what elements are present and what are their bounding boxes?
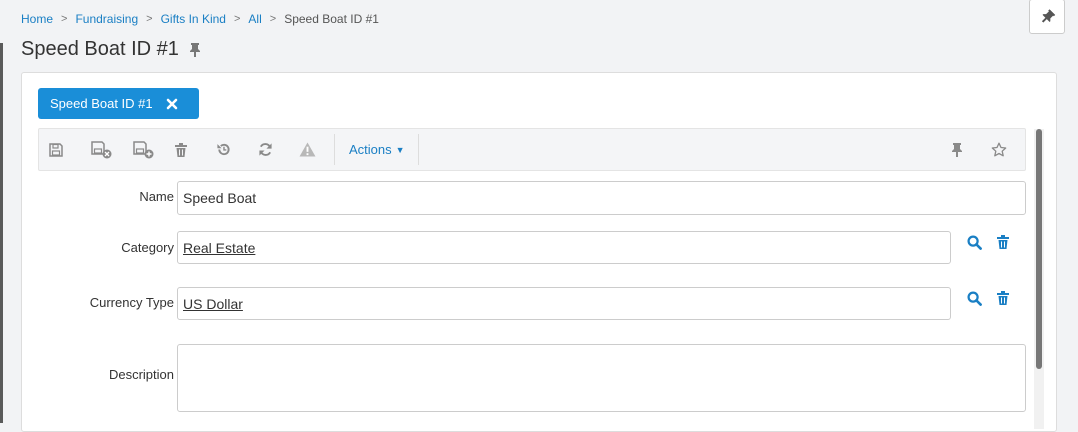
name-label: Name <box>139 189 174 204</box>
delete-button[interactable] <box>167 129 195 170</box>
warning-icon <box>299 142 315 157</box>
save-close-button[interactable] <box>86 129 118 170</box>
toolbar-divider <box>334 134 335 165</box>
description-field[interactable] <box>177 344 1026 412</box>
page-title: Speed Boat ID #1 <box>21 38 179 60</box>
save-icon <box>49 142 63 157</box>
currency-type-link[interactable]: US Dollar <box>183 296 243 312</box>
name-field[interactable]: Speed Boat <box>177 181 1026 215</box>
actions-label: Actions <box>349 142 392 157</box>
breadcrumb-current: Speed Boat ID #1 <box>284 12 379 26</box>
description-label: Description <box>108 367 174 382</box>
star-icon <box>991 142 1007 156</box>
category-label: Category <box>121 240 174 255</box>
record-tab-label: Speed Boat ID #1 <box>50 96 153 111</box>
pin-icon <box>952 142 962 157</box>
breadcrumb-separator-icon: > <box>61 13 68 25</box>
breadcrumb-gifts-in-kind[interactable]: Gifts In Kind <box>161 12 226 26</box>
breadcrumb-all[interactable]: All <box>248 12 261 26</box>
favorite-button[interactable] <box>985 129 1013 170</box>
category-field[interactable]: Real Estate <box>177 231 951 264</box>
breadcrumb-separator-icon: > <box>233 13 241 25</box>
warning-button[interactable] <box>293 129 321 170</box>
breadcrumb: Home > Fundraising > Gifts In Kind > All… <box>21 12 379 26</box>
record-tab[interactable]: Speed Boat ID #1 <box>38 88 199 119</box>
save-button[interactable] <box>42 129 70 170</box>
actions-menu[interactable]: Actions ▼ <box>349 129 405 170</box>
undo-icon <box>216 143 230 156</box>
breadcrumb-home[interactable]: Home <box>21 12 53 26</box>
save-close-icon <box>91 140 112 158</box>
pin-icon[interactable] <box>189 42 201 57</box>
pin-icon <box>1041 8 1055 23</box>
toolbar-divider <box>418 134 419 165</box>
scrollbar-thumb[interactable] <box>1036 129 1042 369</box>
refresh-icon <box>258 143 272 156</box>
category-link[interactable]: Real Estate <box>183 240 255 256</box>
trash-icon[interactable] <box>994 233 1012 251</box>
currency-type-field[interactable]: US Dollar <box>177 287 951 320</box>
record-panel: Speed Boat ID #1 Actions ▼ Name Speed Bo… <box>21 72 1057 432</box>
save-new-icon <box>133 140 154 158</box>
search-icon[interactable] <box>965 233 983 251</box>
page-title-row: Speed Boat ID #1 <box>21 38 201 61</box>
refresh-button[interactable] <box>251 129 279 170</box>
undo-button[interactable] <box>209 129 237 170</box>
close-icon[interactable] <box>166 98 178 110</box>
pin-page-button[interactable] <box>1029 0 1065 34</box>
delete-icon <box>175 142 187 157</box>
trash-icon[interactable] <box>994 289 1012 307</box>
left-edge-bar <box>0 43 3 423</box>
save-new-button[interactable] <box>128 129 160 170</box>
breadcrumb-fundraising[interactable]: Fundraising <box>75 12 138 26</box>
breadcrumb-separator-icon: > <box>269 13 277 25</box>
caret-down-icon: ▼ <box>395 144 405 155</box>
breadcrumb-separator-icon: > <box>146 13 153 25</box>
record-toolbar: Actions ▼ <box>38 128 1026 171</box>
currency-type-label: Currency Type <box>89 295 174 310</box>
search-icon[interactable] <box>965 289 983 307</box>
pin-button[interactable] <box>943 129 971 170</box>
